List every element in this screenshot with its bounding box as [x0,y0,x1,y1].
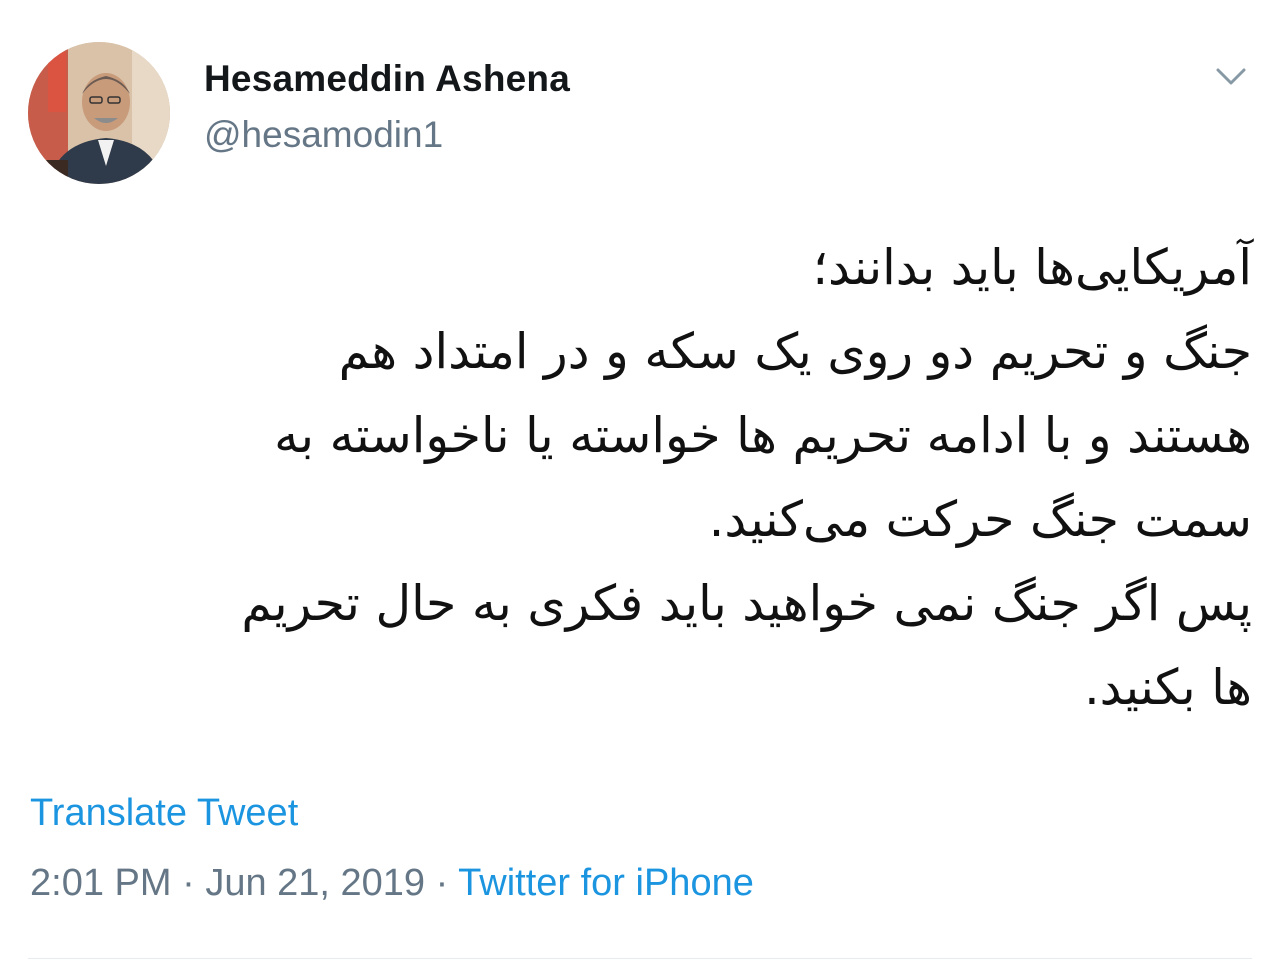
meta-separator: · [182,862,195,904]
tweet-text-line: پس اگر جنگ نمی خواهید باید فکری به حال ت… [241,575,1252,632]
tweet-text: آمریکایی‌ها باید بدانند؛ جنگ و تحریم دو … [40,226,1252,730]
tweet-source-link[interactable]: Twitter for iPhone [458,862,754,904]
tweet-card: Hesameddin Ashena @hesamodin1 آمریکایی‌ه… [0,0,1280,961]
tweet-text-line: جنگ و تحریم دو روی یک سکه و در امتداد هم [338,323,1252,380]
tweet-text-line: آمریکایی‌ها باید بدانند؛ [812,239,1252,296]
avatar[interactable] [28,42,170,184]
tweet-text-line: سمت جنگ حرکت می‌کنید. [708,491,1252,548]
tweet-text-line: هستند و با ادامه تحریم ها خواسته یا ناخو… [274,407,1252,464]
avatar-photo [28,42,170,184]
divider [28,958,1252,959]
tweet-date[interactable]: Jun 21, 2019 [205,862,425,904]
tweet-meta: 2:01 PM · Jun 21, 2019 · Twitter for iPh… [30,862,754,905]
tweet-time[interactable]: 2:01 PM [30,862,172,904]
author-handle[interactable]: @hesamodin1 [204,114,443,156]
meta-separator: · [435,862,449,904]
chevron-down-icon[interactable] [1206,60,1256,96]
translate-tweet-link[interactable]: Translate Tweet [30,792,298,835]
author-name[interactable]: Hesameddin Ashena [204,58,570,100]
tweet-text-line: ها بکنید. [1084,659,1252,716]
